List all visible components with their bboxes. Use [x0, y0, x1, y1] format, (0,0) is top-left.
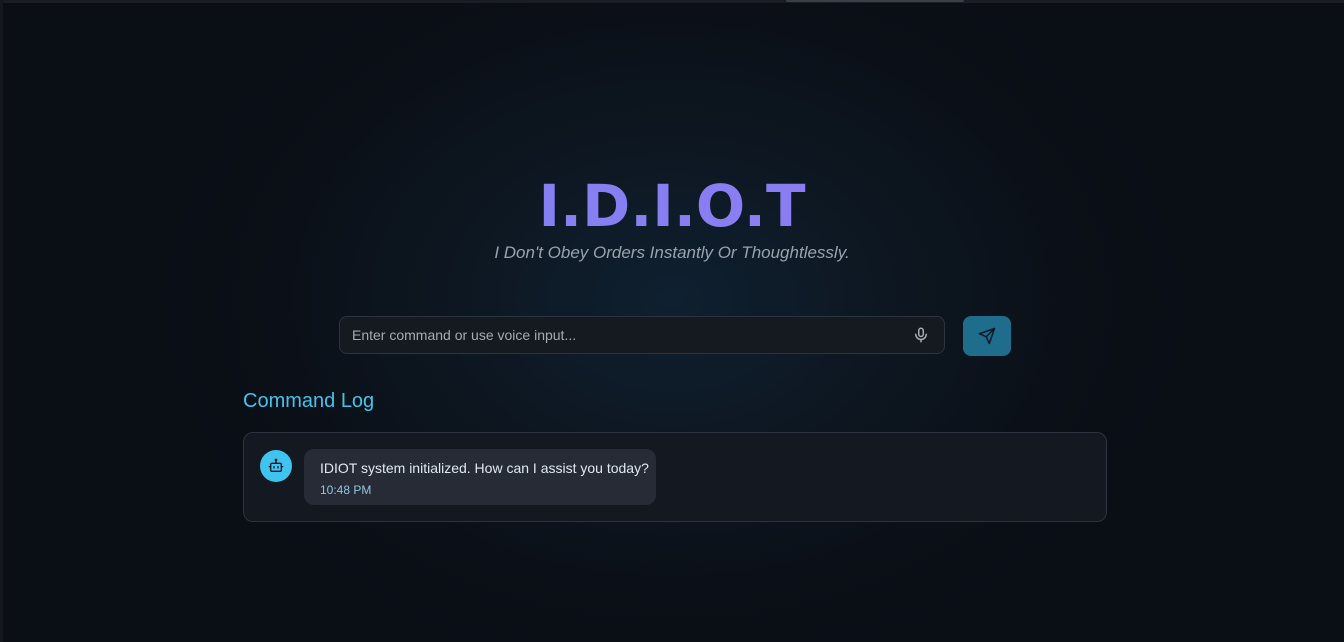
log-message-time: 10:48 PM: [320, 483, 372, 497]
send-button[interactable]: [963, 316, 1011, 356]
send-icon: [978, 327, 996, 345]
log-message: IDIOT system initialized. How can I assi…: [304, 449, 656, 505]
command-log-title: Command Log: [243, 390, 375, 412]
log-message-text: IDIOT system initialized. How can I assi…: [320, 460, 649, 476]
app-title: I.D.I.O.T: [0, 170, 1344, 242]
bot-icon: [268, 458, 284, 474]
window-top-border: [0, 0, 1344, 3]
microphone-icon[interactable]: [912, 326, 930, 344]
command-log-panel: IDIOT system initialized. How can I assi…: [243, 432, 1107, 522]
bot-avatar: [260, 450, 292, 482]
window-left-border: [0, 0, 3, 642]
command-input[interactable]: [340, 317, 900, 353]
window-top-highlight: [786, 0, 964, 2]
app-subtitle: I Don't Obey Orders Instantly Or Thought…: [494, 243, 850, 262]
command-input-container: [339, 316, 945, 354]
